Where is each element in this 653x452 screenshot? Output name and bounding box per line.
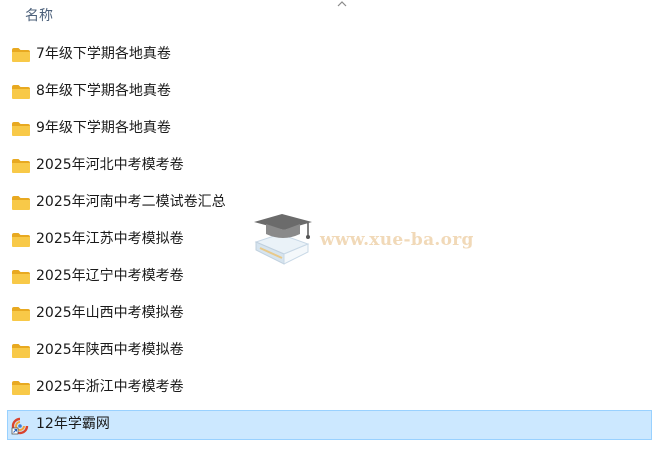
list-item-folder[interactable]: 8年级下学期各地真卷 bbox=[7, 77, 652, 107]
list-item-label: 9年级下学期各地真卷 bbox=[36, 120, 171, 136]
list-item-folder[interactable]: 2025年河南中考二模试卷汇总 bbox=[7, 188, 652, 218]
list-item-label: 2025年辽宁中考模考卷 bbox=[36, 268, 184, 284]
list-item-folder[interactable]: 2025年河北中考模考卷 bbox=[7, 151, 652, 181]
list-item-label: 2025年陕西中考模拟卷 bbox=[36, 342, 184, 358]
list-item-label: 2025年山西中考模拟卷 bbox=[36, 305, 184, 321]
folder-icon bbox=[11, 380, 31, 396]
list-item-label: 2025年河南中考二模试卷汇总 bbox=[36, 194, 226, 210]
list-item-label: 7年级下学期各地真卷 bbox=[36, 46, 171, 62]
list-item-folder[interactable]: 7年级下学期各地真卷 bbox=[7, 40, 652, 70]
folder-icon bbox=[11, 47, 31, 63]
list-item-folder[interactable]: 2025年山西中考模拟卷 bbox=[7, 299, 652, 329]
list-item-folder[interactable]: 2025年江苏中考模拟卷 bbox=[7, 225, 652, 255]
folder-icon bbox=[11, 269, 31, 285]
list-item-folder[interactable]: 2025年辽宁中考模考卷 bbox=[7, 262, 652, 292]
folder-icon bbox=[11, 121, 31, 137]
internet-shortcut-icon bbox=[11, 417, 31, 435]
folder-icon bbox=[11, 306, 31, 322]
list-item-label: 2025年河北中考模考卷 bbox=[36, 157, 184, 173]
list-item-label: 12年学霸网 bbox=[36, 416, 110, 432]
list-item-folder[interactable]: 2025年陕西中考模拟卷 bbox=[7, 336, 652, 366]
folder-icon bbox=[11, 84, 31, 100]
list-item-shortcut[interactable]: 12年学霸网 bbox=[7, 410, 652, 440]
list-item-folder[interactable]: 2025年浙江中考模考卷 bbox=[7, 373, 652, 403]
folder-icon bbox=[11, 232, 31, 248]
list-item-folder[interactable]: 9年级下学期各地真卷 bbox=[7, 114, 652, 144]
file-list: 7年级下学期各地真卷 8年级下学期各地真卷 9年级下学期各地真卷 2025年河北中考模… bbox=[0, 0, 653, 452]
folder-icon bbox=[11, 195, 31, 211]
list-item-label: 8年级下学期各地真卷 bbox=[36, 83, 171, 99]
folder-icon bbox=[11, 158, 31, 174]
folder-icon bbox=[11, 343, 31, 359]
list-item-label: 2025年浙江中考模考卷 bbox=[36, 379, 184, 395]
list-item-label: 2025年江苏中考模拟卷 bbox=[36, 231, 184, 247]
